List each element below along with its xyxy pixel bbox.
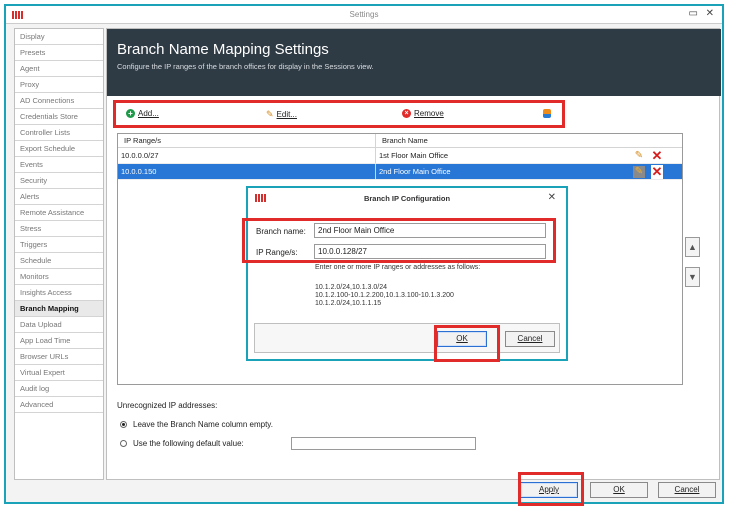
dialog-cancel-button[interactable]: Cancel [505,331,555,347]
import-button[interactable] [542,109,552,119]
sidebar-item-advanced[interactable]: Advanced [15,397,103,413]
sidebar-item-controller-lists[interactable]: Controller Lists [15,125,103,141]
mapping-toolbar: + Add... ✎ Edit... × Remove [113,100,565,128]
sidebar-item-monitors[interactable]: Monitors [15,269,103,285]
dialog-cancel-label: Cancel [517,334,543,343]
use-default-label: Use the following default value: [133,439,244,448]
sidebar-item-triggers[interactable]: Triggers [15,237,103,253]
use-default-radio[interactable] [120,440,127,447]
sidebar-item-security[interactable]: Security [15,173,103,189]
default-value-input[interactable] [291,437,476,450]
dialog-ok-button[interactable]: OK [437,331,487,347]
sidebar-item-proxy[interactable]: Proxy [15,77,103,93]
sidebar-item-insights-access[interactable]: Insights Access [15,285,103,301]
cell-ip-range: 10.0.0.150 [118,164,376,179]
apply-label: Apply [538,485,559,494]
sidebar-item-events[interactable]: Events [15,157,103,173]
plus-circle-icon: + [126,109,135,118]
column-header-branch-name[interactable]: Branch Name [376,134,630,147]
dialog-footer: OK Cancel [254,323,560,353]
pencil-icon: ✎ [266,109,274,119]
column-header-ip-ranges[interactable]: IP Range/s [118,134,376,147]
sidebar-item-display[interactable]: Display [15,29,103,45]
sidebar-item-branch-mapping[interactable]: Branch Mapping [15,301,103,317]
dialog-close-icon[interactable]: ✕ [548,192,556,203]
sidebar-item-export-schedule[interactable]: Export Schedule [15,141,103,157]
sidebar-item-remote-assistance[interactable]: Remote Assistance [15,205,103,221]
maximize-icon[interactable]: ▭ [689,8,698,19]
row-edit-pencil-icon[interactable]: ✎ [633,150,645,162]
dialog-ok-label: OK [456,334,468,343]
cell-branch-name: 2nd Floor Main Office [379,167,451,176]
sidebar-item-ad-connections[interactable]: AD Connections [15,93,103,109]
add-button-label: Add... [138,109,159,118]
add-button[interactable]: + Add... [126,109,159,118]
row-edit-pencil-icon[interactable]: ✎ [633,166,645,178]
ip-example-1: 10.1.2.0/24,10.1.3.0/24 [315,284,388,291]
cancel-button[interactable]: Cancel [658,482,716,498]
title-bar: Settings ▭ ✕ [6,6,722,24]
sidebar-item-agent[interactable]: Agent [15,61,103,77]
cell-ip-range: 10.0.0.0/27 [118,148,376,163]
ok-label: OK [613,485,625,494]
edit-button[interactable]: ✎ Edit... [266,109,297,120]
settings-sidebar: Display Presets Agent Proxy AD Connectio… [14,28,104,480]
page-subtitle: Configure the IP ranges of the branch of… [117,62,374,71]
sidebar-item-credentials-store[interactable]: Credentials Store [15,109,103,125]
row-delete-x-icon[interactable]: ✕ [651,149,663,163]
sidebar-item-data-upload[interactable]: Data Upload [15,317,103,333]
import-icon [542,109,552,119]
remove-circle-icon: × [402,109,411,118]
dialog-fields-highlight [242,218,556,263]
table-row-selected[interactable]: 10.0.0.150 2nd Floor Main Office ✎ ✕ [118,164,682,180]
edit-button-label: Edit... [276,110,297,119]
table-row[interactable]: 10.0.0.0/27 1st Floor Main Office ✎ ✕ [118,148,682,164]
cell-branch-name: 1st Floor Main Office [379,151,449,160]
branch-ip-configuration-dialog: Branch IP Configuration ✕ Branch name: 2… [242,186,568,362]
remove-button[interactable]: × Remove [402,109,444,118]
page-title: Branch Name Mapping Settings [117,41,329,58]
sidebar-item-browser-urls[interactable]: Browser URLs [15,349,103,365]
footer-button-bar: Apply OK Cancel [10,478,722,502]
unrecognized-ip-label: Unrecognized IP addresses: [117,401,218,410]
page-header: Branch Name Mapping Settings Configure t… [107,29,721,96]
sidebar-item-schedule[interactable]: Schedule [15,253,103,269]
leave-empty-label: Leave the Branch Name column empty. [133,420,273,429]
dialog-title-bar: Branch IP Configuration ✕ [248,188,566,208]
ip-format-help: Enter one or more IP ranges or addresses… [315,264,481,271]
sidebar-item-audit-log[interactable]: Audit log [15,381,103,397]
close-icon[interactable]: ✕ [706,8,714,19]
leave-empty-radio[interactable] [120,421,127,428]
move-up-arrow-icon[interactable]: ▲ [685,237,700,257]
sidebar-item-stress[interactable]: Stress [15,221,103,237]
dialog-title: Branch IP Configuration [363,194,451,203]
window-title: Settings [349,10,379,19]
cancel-label: Cancel [674,485,700,494]
settings-window: Settings ▭ ✕ Display Presets Agent Proxy… [4,4,724,506]
remove-button-label: Remove [414,109,444,118]
sidebar-item-alerts[interactable]: Alerts [15,189,103,205]
sidebar-item-virtual-expert[interactable]: Virtual Expert [15,365,103,381]
ip-example-3: 10.1.2.0/24,10.1.1.15 [315,300,382,307]
table-header: IP Range/s Branch Name [118,134,682,148]
sidebar-item-app-load-time[interactable]: App Load Time [15,333,103,349]
sidebar-item-presets[interactable]: Presets [15,45,103,61]
row-delete-x-icon[interactable]: ✕ [651,165,663,179]
apply-button[interactable]: Apply [520,482,578,498]
ip-example-2: 10.1.2.100-10.1.2.200,10.1.3.100-10.1.3.… [315,292,454,299]
ok-button[interactable]: OK [590,482,648,498]
move-down-arrow-icon[interactable]: ▼ [685,267,700,287]
